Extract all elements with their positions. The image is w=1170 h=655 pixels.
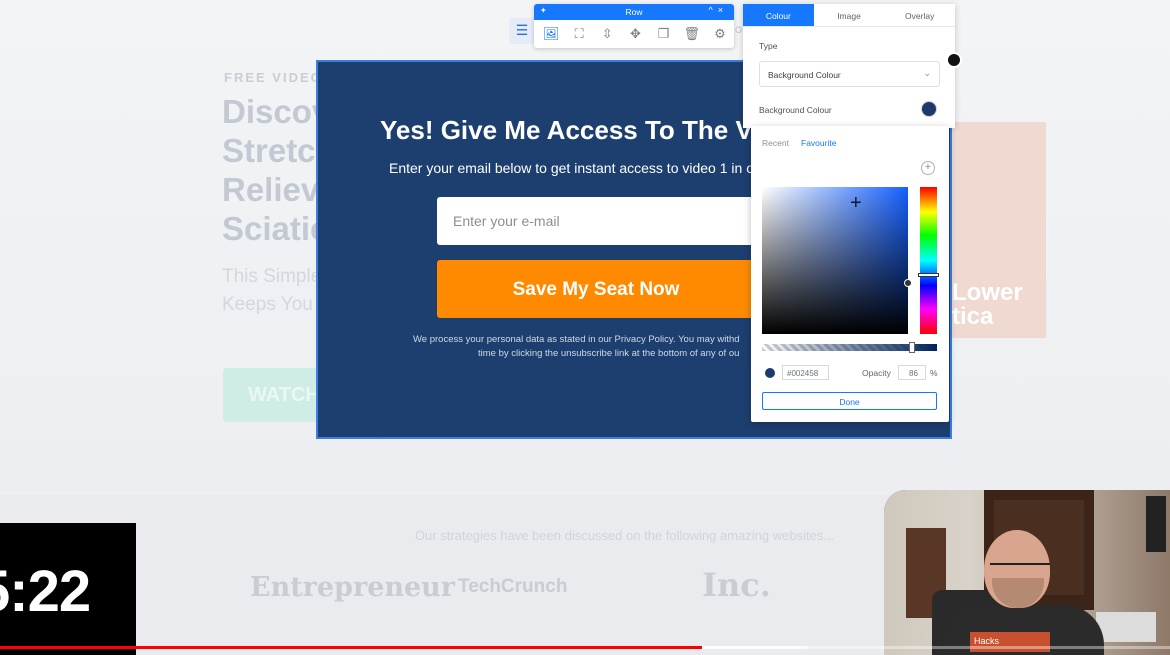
opacity-slider-handle[interactable]: [909, 342, 915, 353]
webcam-printer: [1096, 612, 1156, 642]
email-input[interactable]: Enter your e-mail: [437, 197, 755, 245]
entrepreneur-logo: Entrepreneur: [250, 572, 456, 603]
row-settings-toggle-icon[interactable]: ☰: [509, 18, 535, 44]
privacy-text-line1: We process your personal data as stated …: [413, 334, 740, 345]
timecode-text: 5:22: [0, 559, 91, 624]
row-toolbar-controls[interactable]: ^×: [709, 5, 729, 15]
type-select[interactable]: Background Colour ⌄: [759, 61, 940, 87]
opacity-unit: %: [930, 368, 938, 378]
popup-subtitle[interactable]: Enter your email below to get instant ac…: [389, 160, 762, 176]
row-toolbar: ✦ Row ^× 🖼 ⛶ ⇳ ✥ ❐ 🗑 ⚙: [534, 4, 734, 48]
duplicate-icon[interactable]: ❐: [650, 26, 678, 42]
done-button[interactable]: Done: [762, 392, 937, 410]
techcrunch-logo: TechCrunch: [458, 576, 568, 597]
background-colour-label: Background Colour: [759, 105, 832, 115]
move-icon[interactable]: ✥: [621, 26, 649, 42]
webcam-person-glasses: [990, 563, 1050, 573]
chevron-down-icon: ⌄: [923, 68, 931, 78]
opacity-input[interactable]: 86: [898, 365, 926, 380]
privacy-text-line2: time by clicking the unsubscribe link at…: [478, 348, 740, 359]
spacing-icon[interactable]: ⇳: [593, 26, 621, 42]
panel-close-dot[interactable]: [946, 52, 962, 68]
close-icon[interactable]: ×: [718, 5, 728, 15]
tab-colour[interactable]: Colour: [743, 4, 814, 26]
inc-logo: Inc.: [702, 566, 771, 604]
toolbar-ghost-label: O: [735, 25, 743, 35]
trash-icon[interactable]: 🗑: [678, 26, 706, 42]
webcam-picture-frame: [1146, 496, 1166, 552]
collapse-icon[interactable]: ^: [709, 5, 718, 15]
popup-title[interactable]: Yes! Give Me Access To The V: [380, 115, 753, 146]
crosshair-icon: +: [850, 192, 862, 214]
hue-slider-handle[interactable]: [918, 273, 939, 277]
image-icon[interactable]: 🖼: [537, 26, 565, 42]
favourite-tab[interactable]: Favourite: [801, 138, 836, 148]
row-toolbar-title: Row: [625, 7, 643, 17]
background-colour-swatch[interactable]: [921, 101, 937, 117]
tab-overlay[interactable]: Overlay: [884, 4, 955, 26]
save-my-seat-button[interactable]: Save My Seat Now: [437, 260, 755, 318]
screen: FREE VIDEO Discover Stretches Relieve Sc…: [0, 0, 1170, 655]
current-color-dot: [765, 368, 775, 378]
video-progress-fill[interactable]: [0, 646, 702, 649]
recent-tab[interactable]: Recent: [762, 138, 789, 148]
add-favourite-icon[interactable]: +: [921, 161, 935, 175]
featured-text: Our strategies have been discussed on th…: [415, 528, 835, 543]
saturation-value-area[interactable]: [762, 187, 908, 334]
hue-slider[interactable]: [920, 187, 937, 334]
side-image-text: Lower tica: [952, 279, 1023, 330]
expand-icon[interactable]: ⛶: [565, 26, 593, 42]
opacity-label: Opacity: [862, 368, 891, 378]
pin-icon[interactable]: ✦: [540, 6, 547, 15]
webcam-shirt-print: Hacks: [970, 632, 1050, 652]
hero-kicker: FREE VIDEO: [224, 70, 323, 85]
tab-image[interactable]: Image: [814, 4, 885, 26]
row-toolbar-icons: 🖼 ⛶ ⇳ ✥ ❐ 🗑 ⚙: [534, 20, 734, 48]
timecode-overlay: 5:22: [0, 523, 136, 655]
row-toolbar-header[interactable]: ✦ Row ^×: [534, 4, 734, 20]
hex-input[interactable]: #002458: [782, 365, 829, 380]
type-label: Type: [759, 41, 778, 51]
panel-tabs: Colour Image Overlay: [743, 4, 955, 27]
saturation-cursor[interactable]: [904, 279, 912, 287]
settings-icon[interactable]: ⚙: [706, 26, 734, 42]
webcam-overlay: Hacks: [884, 490, 1170, 655]
type-select-value: Background Colour: [768, 70, 841, 80]
